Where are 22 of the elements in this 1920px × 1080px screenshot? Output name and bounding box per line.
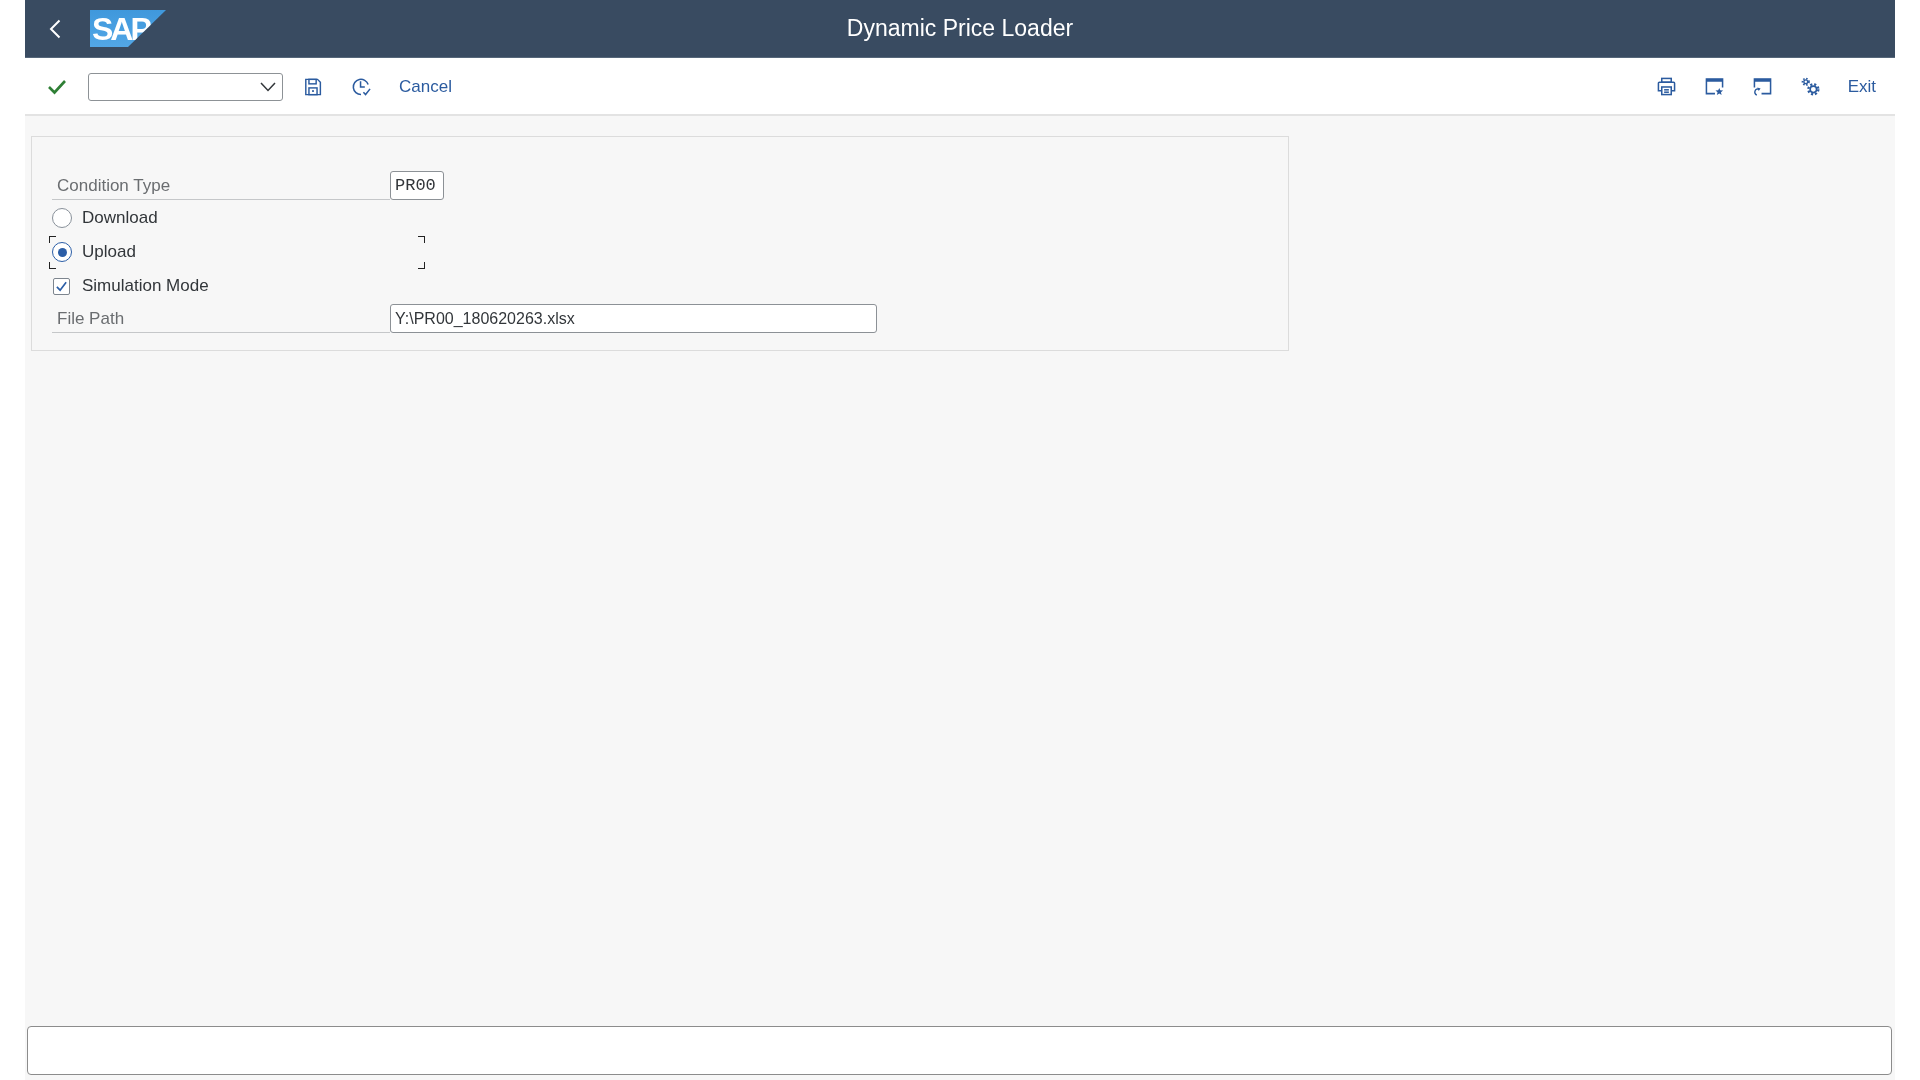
save-icon[interactable]	[304, 77, 322, 96]
option-label[interactable]: Upload	[82, 242, 136, 262]
checkbox-label[interactable]: Simulation Mode	[82, 276, 209, 296]
chevron-down-icon[interactable]	[260, 81, 276, 92]
exit-button[interactable]: Exit	[1847, 76, 1876, 97]
condition-type-input[interactable]: PR00	[390, 171, 444, 200]
history-icon[interactable]	[352, 77, 371, 96]
window-refresh-icon[interactable]	[1752, 77, 1772, 96]
command-field[interactable]	[88, 72, 283, 101]
print-icon[interactable]	[1656, 77, 1676, 96]
radio-button[interactable]	[52, 242, 72, 262]
file-path-input[interactable]: Y:\PR00_180620263.xlsx	[390, 304, 877, 333]
window-star-icon[interactable]	[1704, 77, 1724, 96]
option-label[interactable]: Download	[82, 208, 158, 228]
gears-icon[interactable]	[1800, 77, 1820, 96]
back-icon[interactable]	[49, 18, 61, 39]
field-label: Condition Type	[52, 172, 390, 200]
radio-button[interactable]	[52, 208, 72, 228]
checkbox[interactable]	[53, 277, 70, 295]
cancel-button[interactable]: Cancel	[399, 76, 452, 97]
app-title: Dynamic Price Loader	[846, 15, 1074, 42]
field-label: File Path	[52, 305, 390, 333]
